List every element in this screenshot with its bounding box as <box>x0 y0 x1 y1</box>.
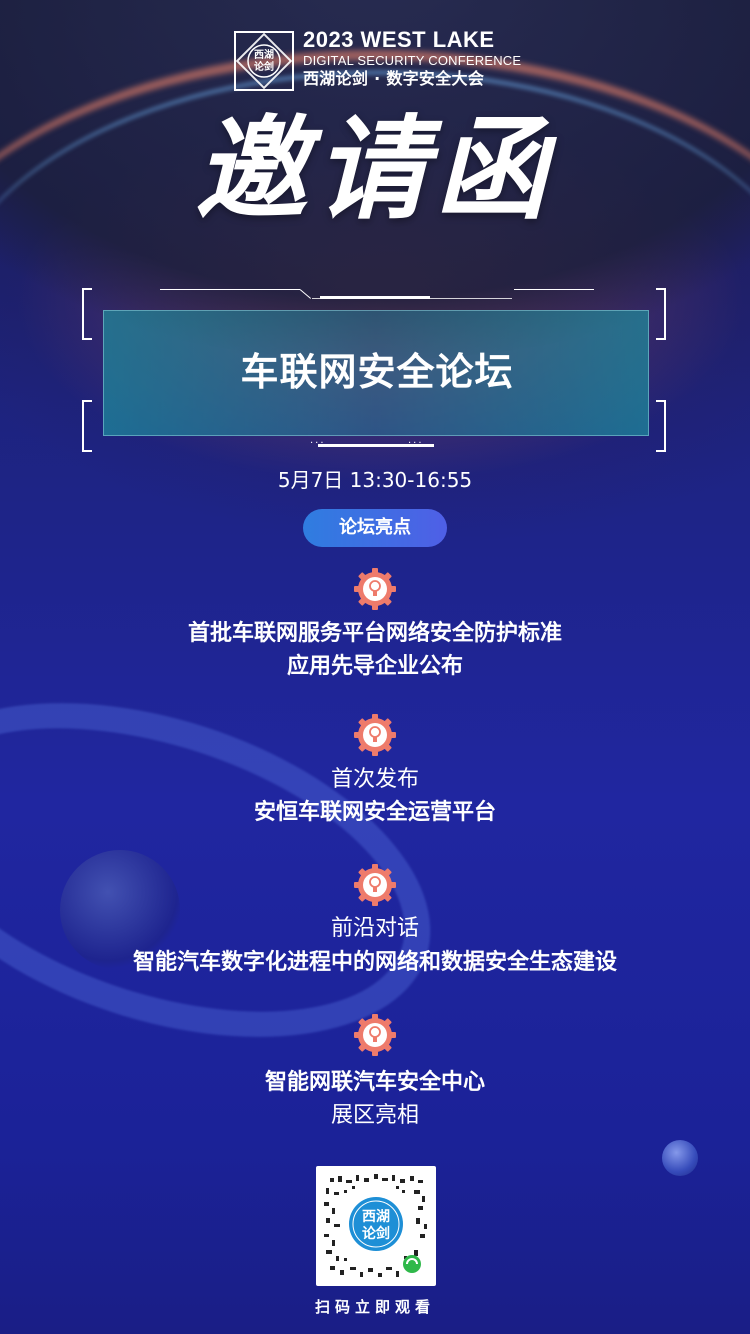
invitation-poster: 西湖 论剑 2023 WEST LAKE DIGITAL SECURITY CO… <box>0 0 750 1334</box>
frame-line-top-right <box>514 289 594 290</box>
forum-banner: 车联网安全论坛 <box>103 310 649 436</box>
highlight-4-line1: 智能网联汽车安全中心 <box>264 1070 485 1095</box>
event-datetime: 5月7日 13:30-16:55 <box>277 468 473 492</box>
highlight-3-line1: 前沿对话 <box>330 916 419 941</box>
conference-logo-icon: 西湖 论剑 <box>234 31 294 91</box>
logo-seal-icon: 西湖 论剑 <box>247 44 281 78</box>
bracket-top-left <box>82 288 92 340</box>
frame-bar-top <box>320 296 430 299</box>
frame-dots-left: ··· <box>310 438 326 449</box>
svg-text:西湖: 西湖 <box>254 48 274 61</box>
highlight-3-line2: 智能汽车数字化进程中的网络和数据安全生态建设 <box>132 950 617 975</box>
gear-bulb-icon <box>354 864 396 906</box>
conference-name: 2023 WEST LAKE DIGITAL SECURITY CONFEREN… <box>303 28 533 89</box>
frame-dots-right: ··· <box>408 438 424 449</box>
qr-code-icon: 西湖 论剑 <box>324 1174 427 1277</box>
gear-bulb-icon <box>354 568 396 610</box>
conference-chinese-name: 西湖论剑 · 数字安全大会 <box>303 69 485 88</box>
highlights-badge: 论坛亮点 <box>303 509 447 547</box>
qr-code[interactable]: 西湖 论剑 <box>316 1166 436 1286</box>
highlight-4-line2: 展区亮相 <box>330 1103 419 1128</box>
conference-year-title: 2023 WEST LAKE <box>303 27 495 52</box>
planet-ring-decoration <box>0 640 473 1100</box>
highlight-1-line2: 应用先导企业公布 <box>286 654 463 679</box>
small-moon-decoration <box>662 1140 698 1176</box>
page-title: 邀请函 <box>195 105 555 235</box>
svg-text:论剑: 论剑 <box>254 60 274 73</box>
highlight-1-line1: 首批车联网服务平台网络安全防护标准 <box>187 621 562 646</box>
conference-subtitle: DIGITAL SECURITY CONFERENCE <box>303 53 522 68</box>
svg-text:论剑: 论剑 <box>362 1225 390 1242</box>
gear-bulb-icon <box>354 714 396 756</box>
bracket-bottom-right <box>656 400 666 452</box>
frame-line-top-left <box>160 289 300 290</box>
qr-caption: 扫码立即观看 <box>314 1298 435 1316</box>
forum-name: 车联网安全论坛 <box>240 350 514 394</box>
svg-text:西湖: 西湖 <box>362 1209 390 1225</box>
highlight-2-line1: 首次发布 <box>330 767 419 792</box>
highlight-2-line2: 安恒车联网安全运营平台 <box>253 800 496 825</box>
bracket-bottom-left <box>82 400 92 452</box>
bracket-top-right <box>656 288 666 340</box>
gear-bulb-icon <box>354 1014 396 1056</box>
